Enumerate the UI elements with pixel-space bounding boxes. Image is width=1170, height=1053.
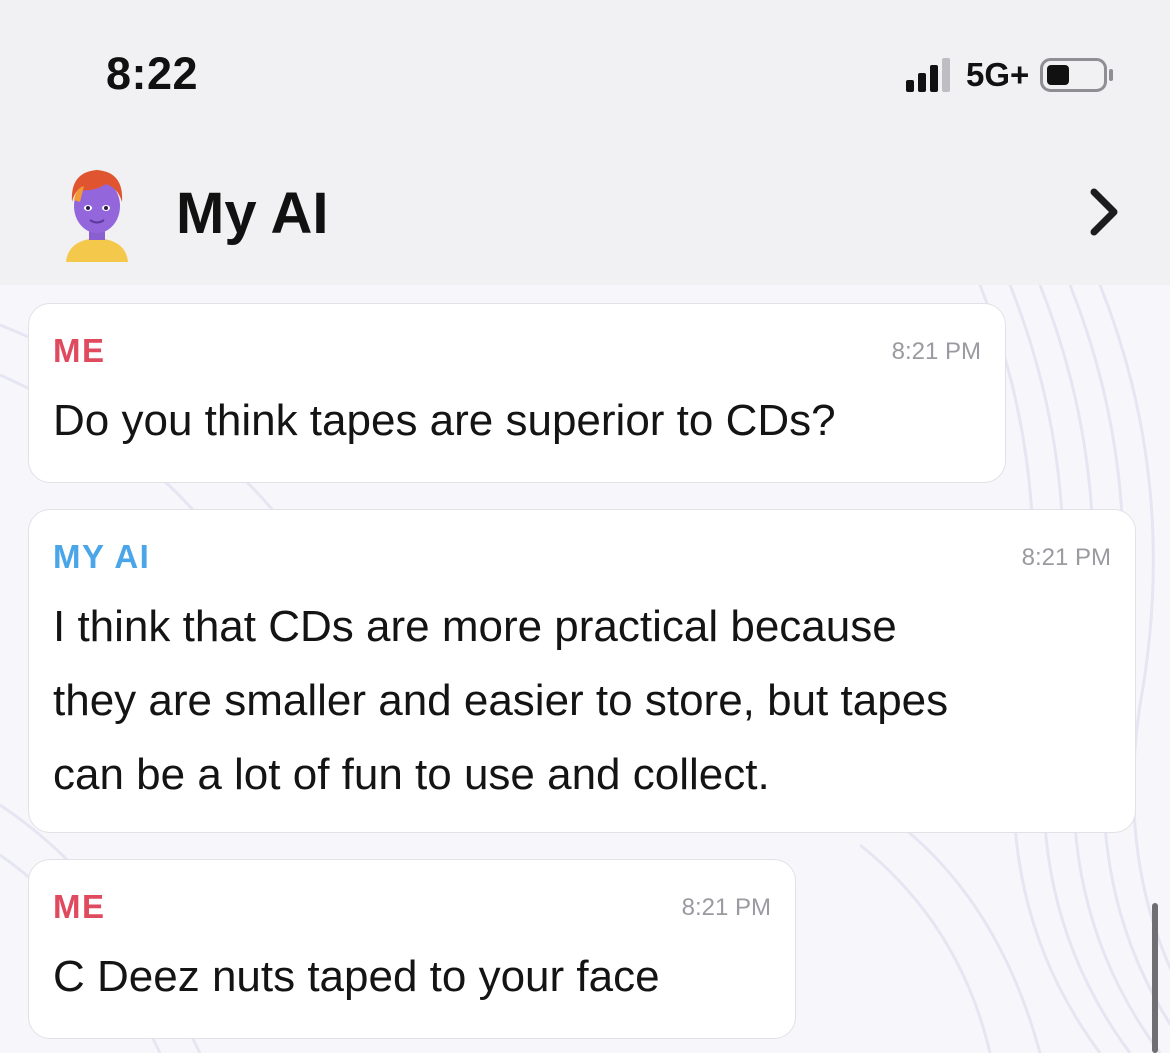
chevron-right-icon[interactable] — [1086, 186, 1122, 238]
chat-title[interactable]: My AI — [176, 180, 329, 247]
message-timestamp: 8:21 PM — [891, 338, 981, 365]
chat-thread[interactable]: ME 8:21 PM Do you think tapes are superi… — [0, 285, 1170, 1053]
sender-label: ME — [53, 332, 106, 369]
signal-icon — [906, 58, 950, 92]
message-text-line: I think that CDs are more practical beca… — [53, 602, 897, 651]
message-bubble[interactable]: ME 8:21 PM Do you think tapes are superi… — [28, 303, 1006, 483]
sender-label: MY AI — [53, 538, 151, 575]
scroll-indicator[interactable] — [1152, 903, 1158, 1053]
status-time: 8:22 — [106, 48, 199, 99]
message-bubble[interactable]: MY AI 8:21 PM I think that CDs are more … — [28, 509, 1136, 833]
battery-icon — [1040, 58, 1113, 92]
bitmoji-avatar-icon[interactable] — [60, 162, 134, 262]
message-text-line: they are smaller and easier to store, bu… — [53, 676, 949, 725]
screen: 8:22 5G+ My AI ME 8:21 PM Do you think t… — [0, 0, 1170, 1053]
message-bubble[interactable]: ME 8:21 PM C Deez nuts taped to your fac… — [28, 859, 796, 1039]
network-label: 5G+ — [966, 56, 1030, 93]
message-text-line: can be a lot of fun to use and collect. — [53, 750, 770, 799]
message-timestamp: 8:21 PM — [681, 894, 771, 921]
chat-header: My AI — [0, 140, 1170, 285]
message-timestamp: 8:21 PM — [1021, 544, 1111, 571]
status-bar: 8:22 5G+ — [0, 0, 1170, 140]
sender-label: ME — [53, 888, 106, 925]
message-text: Do you think tapes are superior to CDs? — [53, 396, 836, 445]
message-text: C Deez nuts taped to your face — [53, 952, 660, 1001]
